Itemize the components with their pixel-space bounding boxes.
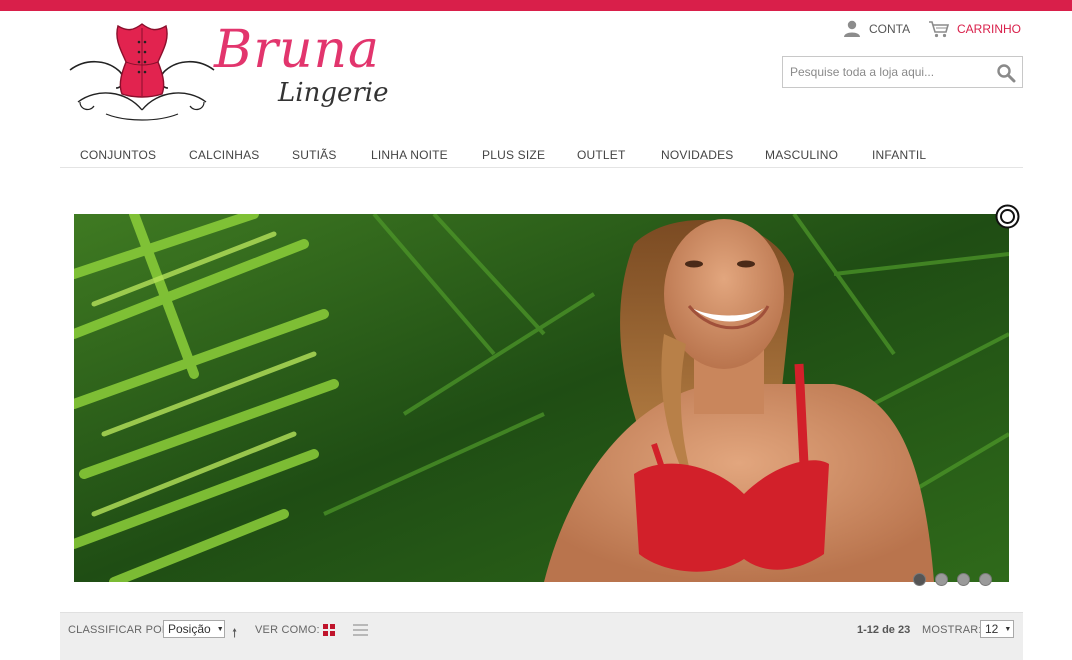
main-nav: CONJUNTOS CALCINHAS SUTIÃS LINHA NOITE P… (60, 140, 1023, 168)
list-view-icon[interactable] (353, 624, 368, 636)
slider-dot-3[interactable] (957, 573, 970, 586)
slider-dot-2[interactable] (935, 573, 948, 586)
result-count: 1-12 de 23 (857, 624, 911, 636)
slider-dot-1[interactable] (913, 573, 926, 586)
nav-item-linha-noite[interactable]: LINHA NOITE (371, 148, 448, 162)
cart-link[interactable]: CARRINHO (928, 20, 1021, 38)
cart-label: CARRINHO (957, 22, 1022, 36)
nav-item-calcinhas[interactable]: CALCINHAS (189, 148, 259, 162)
logo-wordmark-bruna: Bruna (214, 20, 381, 80)
sort-label: CLASSIFICAR POR: (68, 624, 174, 636)
account-label: CONTA (869, 21, 911, 36)
grid-view-icon[interactable] (323, 624, 335, 636)
nav-item-outlet[interactable]: OUTLET (577, 148, 626, 162)
slider-dot-4[interactable] (979, 573, 992, 586)
nav-item-infantil[interactable]: INFANTIL (872, 148, 926, 162)
corset-logo-graphic (69, 23, 215, 121)
top-accent-bar (0, 0, 1072, 11)
chevron-down-icon: ▼ (216, 625, 224, 633)
nav-item-sutias[interactable]: SUTIÃS (292, 148, 337, 162)
limit-value: 12 (985, 622, 999, 636)
search-icon[interactable] (996, 63, 1016, 83)
chevron-down-icon: ▼ (1004, 625, 1012, 633)
search-input[interactable] (783, 57, 988, 87)
slider-pagination (913, 573, 992, 586)
show-label: MOSTRAR: (922, 624, 982, 636)
sort-select[interactable]: Posição ▼ (163, 620, 225, 638)
hero-banner-image[interactable] (74, 214, 1009, 582)
banner-photo (74, 214, 1009, 582)
brand-logo[interactable]: Bruna Lingerie (66, 18, 389, 128)
account-link[interactable]: CONTA (843, 20, 910, 37)
product-toolbar: CLASSIFICAR POR: Posição ▼ 🠕 VER COMO: 1… (60, 612, 1023, 660)
cart-icon (929, 21, 950, 38)
sort-direction-arrow-icon[interactable]: 🠕 (232, 624, 237, 645)
sort-value: Posição (168, 622, 211, 636)
nav-item-masculino[interactable]: MASCULINO (765, 148, 838, 162)
user-icon (844, 20, 860, 37)
logo-wordmark-lingerie: Lingerie (278, 78, 389, 108)
pause-icon[interactable] (995, 204, 1020, 229)
limit-select[interactable]: 12 ▼ (980, 620, 1014, 638)
search-box (782, 56, 1023, 88)
nav-item-novidades[interactable]: NOVIDADES (661, 148, 733, 162)
nav-item-plus-size[interactable]: PLUS SIZE (482, 148, 545, 162)
nav-item-conjuntos[interactable]: CONJUNTOS (80, 148, 156, 162)
view-label: VER COMO: (255, 624, 320, 636)
